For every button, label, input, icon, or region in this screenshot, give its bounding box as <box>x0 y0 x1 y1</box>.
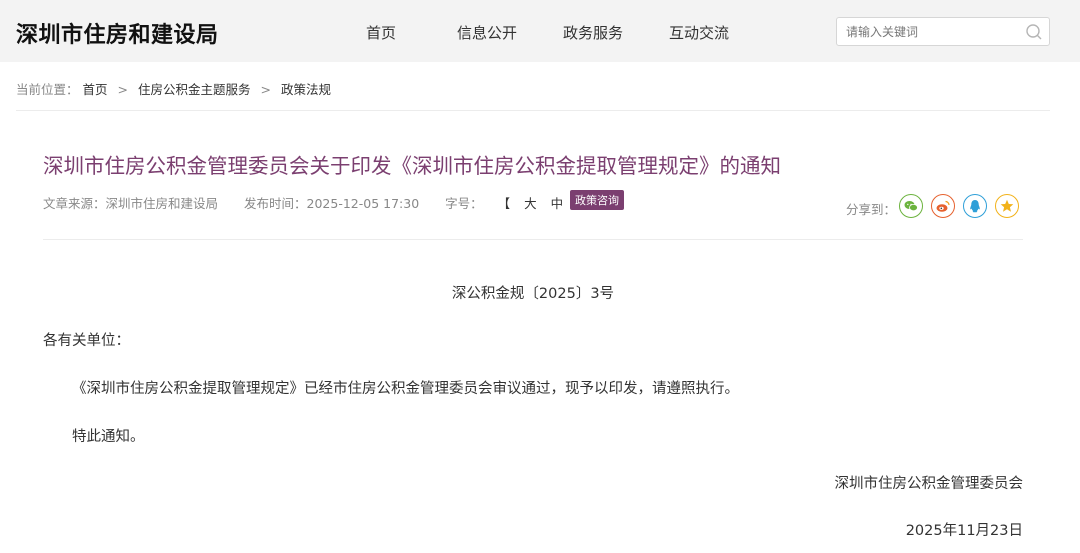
salutation: 各有关单位： <box>43 333 130 349</box>
body-paragraph: 特此通知。 <box>72 429 145 445</box>
nav-home[interactable]: 首页 <box>366 22 396 43</box>
fontsize-large-button[interactable]: 大 <box>524 196 537 211</box>
article-date: 2025-12-05 17:30 <box>306 196 420 211</box>
fontsize-label: 字号： <box>445 196 483 211</box>
fontsize-bracket-open: 【 <box>497 196 511 211</box>
share-wechat-button[interactable] <box>899 194 923 218</box>
qq-icon <box>970 200 980 213</box>
share-label: 分享到： <box>846 202 897 217</box>
breadcrumb-label: 当前位置： <box>16 82 79 97</box>
fontsize-medium-button[interactable]: 中 <box>551 196 564 211</box>
site-logo[interactable]: 深圳市住房和建设局 <box>16 17 219 49</box>
article-source: 深圳市住房和建设局 <box>105 196 219 211</box>
wechat-icon <box>904 201 918 212</box>
star-icon <box>1000 199 1014 212</box>
share-qq-button[interactable] <box>963 194 987 218</box>
share-weibo-button[interactable] <box>931 194 955 218</box>
divider <box>43 239 1023 240</box>
search-box <box>836 17 1050 46</box>
weibo-icon <box>936 200 950 212</box>
search-icon[interactable] <box>1025 23 1043 41</box>
breadcrumb-home[interactable]: 首页 <box>83 82 108 97</box>
document-number: 深公积金规〔2025〕3号 <box>451 286 615 302</box>
breadcrumb-housing-fund[interactable]: 住房公积金主题服务 <box>138 82 251 97</box>
signature: 深圳市住房公积金管理委员会 <box>834 476 1024 492</box>
divider <box>16 110 1050 111</box>
breadcrumb-policy[interactable]: 政策法规 <box>281 82 331 97</box>
date-label: 发布时间： <box>244 196 307 211</box>
breadcrumb-separator: > <box>260 82 271 97</box>
nav-info-disclosure[interactable]: 信息公开 <box>457 22 517 43</box>
source-label: 文章来源： <box>43 196 106 211</box>
breadcrumb: 当前位置： 首页 > 住房公积金主题服务 > 政策法规 <box>16 79 331 98</box>
category-badge[interactable]: 政策咨询 <box>570 190 624 210</box>
article-meta: 文章来源：深圳市住房和建设局 发布时间：2025-12-05 17:30 字号：… <box>43 193 621 212</box>
share-favorite-button[interactable] <box>995 194 1019 218</box>
breadcrumb-separator: > <box>117 82 128 97</box>
article-title: 深圳市住房公积金管理委员会关于印发《深圳市住房公积金提取管理规定》的通知 <box>43 154 781 178</box>
signature-date: 2025年11月23日 <box>905 523 1023 539</box>
top-bar: 深圳市住房和建设局 首页 信息公开 政务服务 互动交流 <box>0 0 1080 62</box>
nav-government-services[interactable]: 政务服务 <box>563 22 623 43</box>
nav-interaction[interactable]: 互动交流 <box>669 22 729 43</box>
search-input[interactable] <box>837 18 1017 45</box>
body-paragraph: 《深圳市住房公积金提取管理规定》已经市住房公积金管理委员会审议通过，现予以印发，… <box>72 381 739 397</box>
